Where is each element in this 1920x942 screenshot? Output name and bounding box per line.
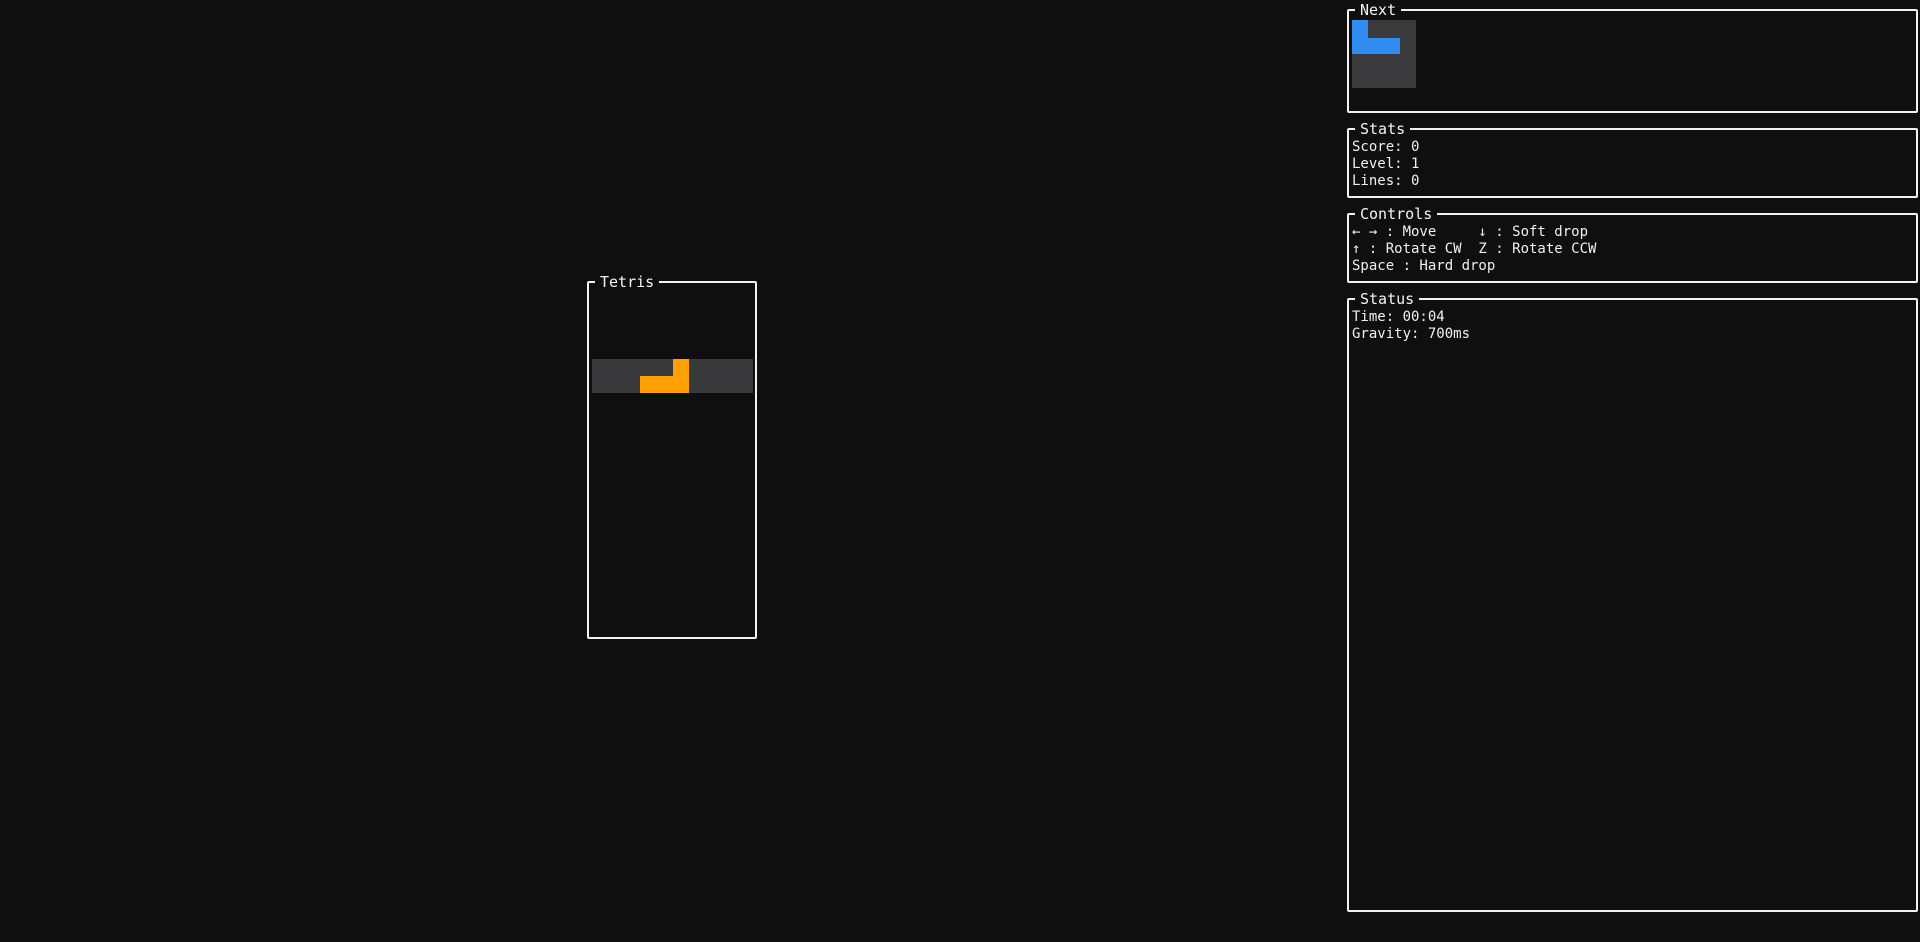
next-piece-cell	[1352, 20, 1368, 38]
score-text: Score: 0	[1352, 139, 1420, 155]
controls-line-rotate: ↑ : Rotate CW Z : Rotate CCW	[1352, 241, 1597, 257]
level-text: Level: 1	[1352, 156, 1420, 172]
stats-panel: Stats Score: 0 Level: 1 Lines: 0	[1347, 120, 1918, 198]
piece-cell	[640, 376, 657, 393]
tetris-board: Tetris	[587, 273, 757, 639]
controls-line-hard-drop: Space : Hard drop	[1352, 258, 1496, 274]
stats-title: Stats	[1355, 120, 1411, 138]
piece-cell	[657, 376, 673, 393]
next-piece-cell	[1352, 38, 1400, 54]
status-panel: Status Time: 00:04 Gravity: 700ms	[1347, 290, 1918, 912]
status-title: Status	[1355, 290, 1420, 308]
controls-line-move: ← → : Move ↓ : Soft drop	[1352, 224, 1589, 240]
next-title: Next	[1355, 1, 1402, 19]
time-text: Time: 00:04	[1352, 309, 1445, 325]
piece-cell	[673, 376, 689, 393]
next-panel: Next	[1347, 1, 1918, 113]
gravity-text: Gravity: 700ms	[1352, 326, 1471, 342]
piece-cell	[673, 359, 689, 376]
next-piece-preview	[1352, 20, 1416, 88]
controls-panel: Controls ← → : Move ↓ : Soft drop ↑ : Ro…	[1347, 205, 1918, 283]
board-title: Tetris	[595, 273, 660, 291]
lines-text: Lines: 0	[1352, 173, 1420, 189]
board-active-row	[592, 359, 753, 393]
controls-title: Controls	[1355, 205, 1438, 223]
